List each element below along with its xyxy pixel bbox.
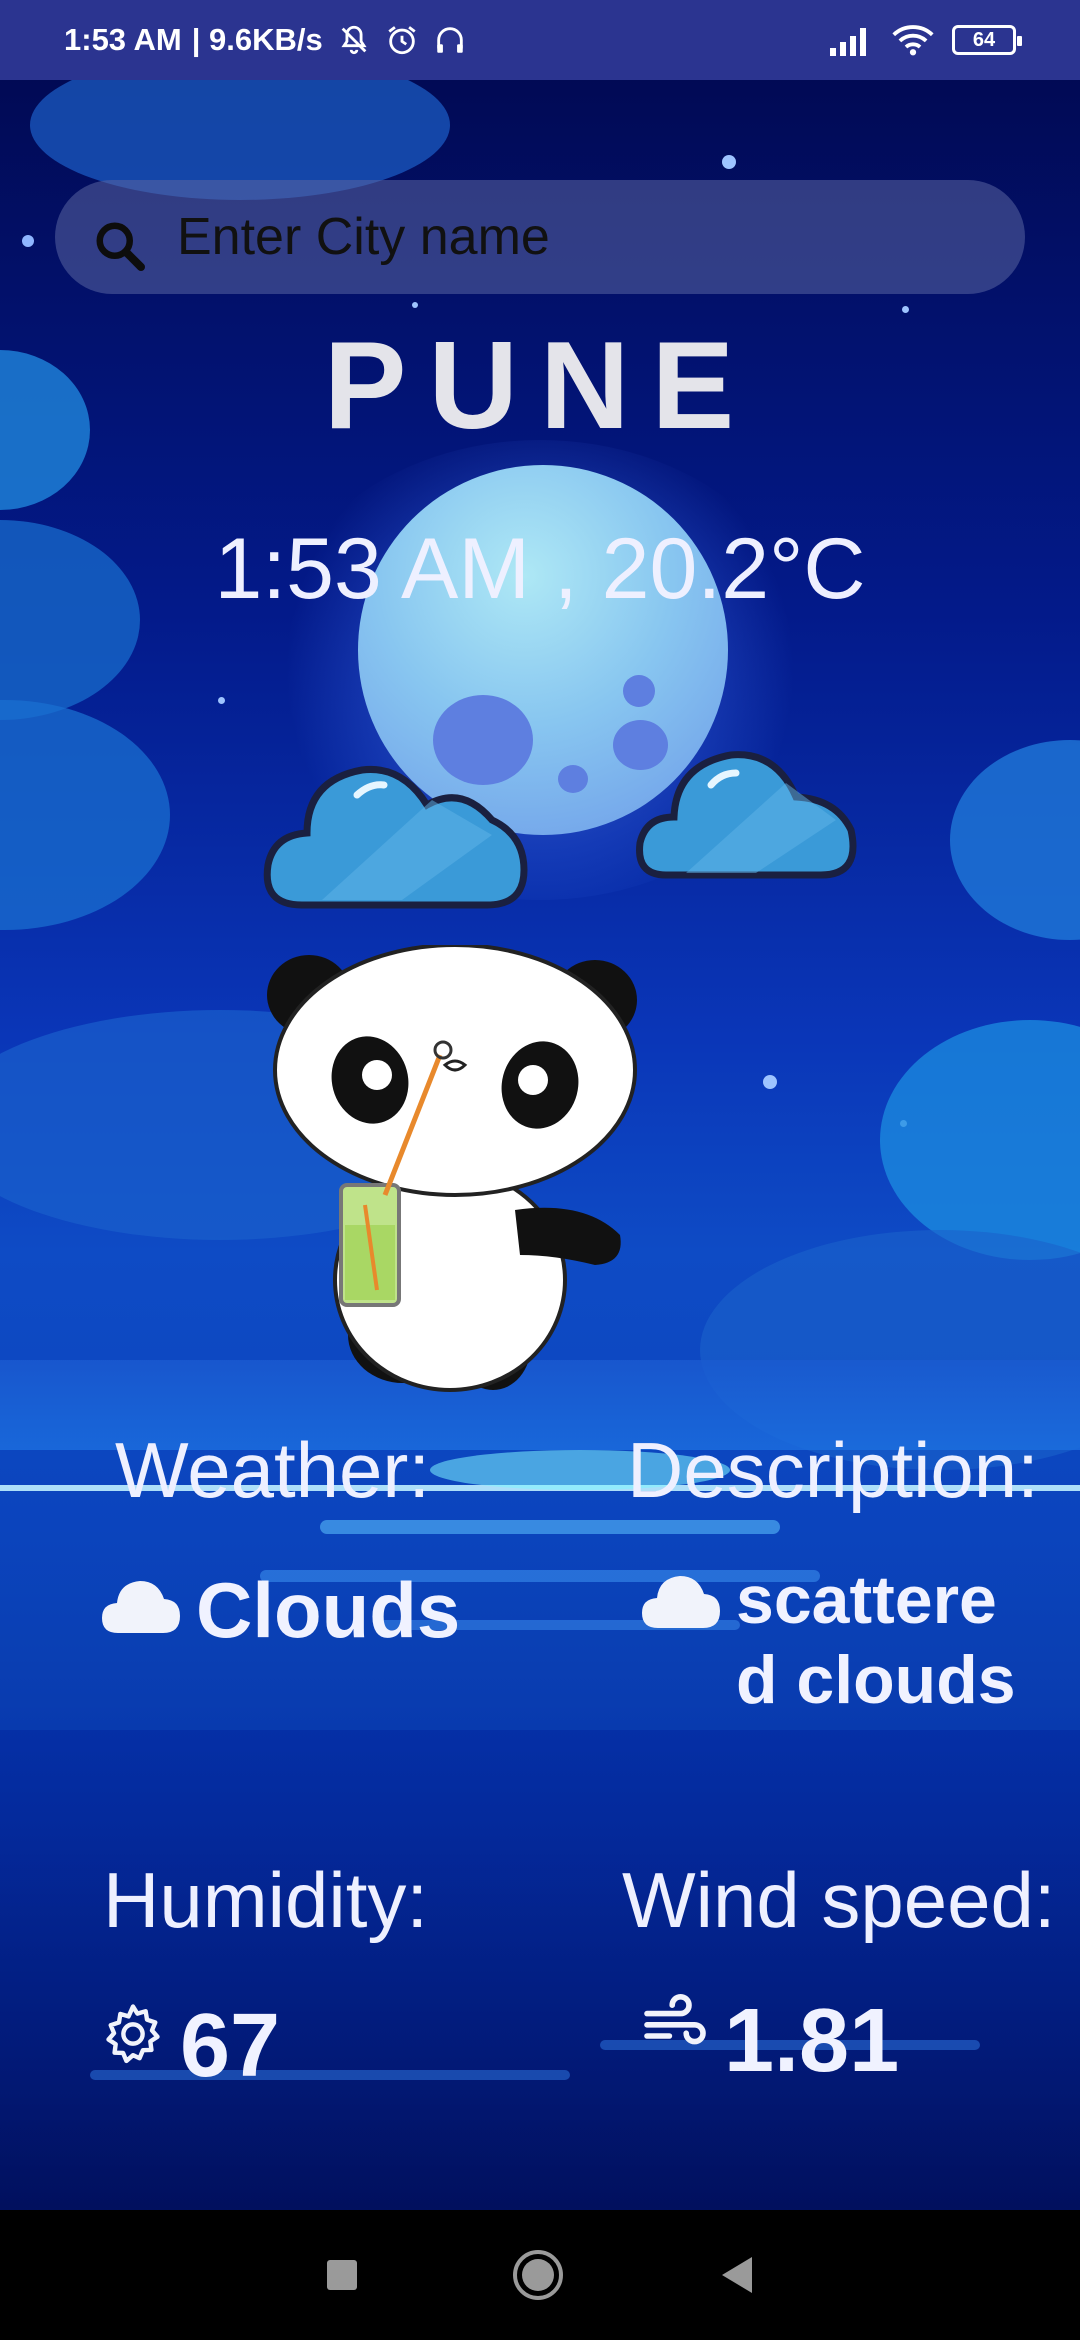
- city-name: PUNE: [323, 317, 757, 455]
- status-bar: 1:53 AM | 9.6KB/s 64: [0, 0, 1080, 80]
- signal-icon: [830, 28, 866, 56]
- description-value-line2: d clouds: [736, 1642, 1016, 1718]
- weather-value-row: Clouds: [100, 1565, 460, 1656]
- search-input[interactable]: [177, 207, 977, 267]
- status-net-speed: | 9.6KB/s: [191, 22, 323, 57]
- description-label: Description:: [627, 1426, 1039, 1514]
- navigation-bar: [0, 2210, 1080, 2340]
- mute-icon: [341, 25, 367, 55]
- wifi-icon: [892, 25, 934, 56]
- battery-icon: 64: [952, 25, 1022, 55]
- weather-label: Weather:: [115, 1426, 431, 1514]
- status-time: 1:53 AM: [64, 22, 182, 57]
- wind-value-row: 1.81: [640, 1990, 899, 2093]
- headphones-icon: [436, 27, 463, 53]
- back-button[interactable]: [716, 2253, 756, 2297]
- wind-icon: [644, 1994, 706, 2045]
- weather-value: Clouds: [196, 1566, 461, 1654]
- description-value-line1: scattere: [736, 1562, 997, 1638]
- panda-illustration: [267, 945, 637, 1392]
- cloud-illustration-right: [636, 751, 857, 879]
- wind-label: Wind speed:: [622, 1856, 1056, 1944]
- search-icon[interactable]: [91, 217, 151, 277]
- recents-button[interactable]: [324, 2257, 360, 2293]
- humidity-label: Humidity:: [103, 1856, 429, 1944]
- description-value-row: scattere d clouds: [640, 1560, 1016, 1720]
- humidity-value-row: 67: [100, 1995, 280, 2098]
- search-bar[interactable]: [55, 180, 1025, 294]
- humidity-value: 67: [180, 1996, 281, 2096]
- time-temperature: 1:53 AM , 20.2°C: [214, 521, 866, 617]
- alarm-icon: [388, 26, 416, 55]
- cloud-icon: [102, 1581, 180, 1633]
- battery-level: 64: [972, 28, 996, 51]
- cloud-icon: [642, 1576, 720, 1628]
- home-button[interactable]: [510, 2247, 566, 2303]
- cloud-illustration-left: [263, 765, 528, 909]
- gear-icon: [106, 2004, 160, 2064]
- wind-value: 1.81: [724, 1991, 900, 2091]
